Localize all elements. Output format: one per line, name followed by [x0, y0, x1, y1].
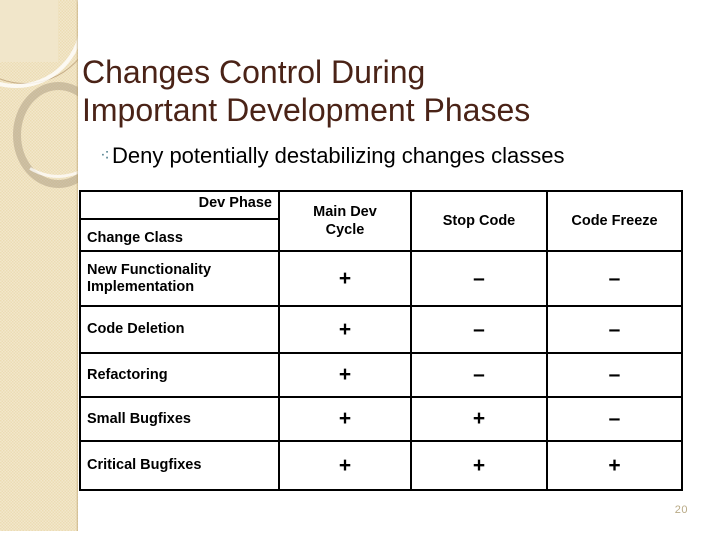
- slide-title-line-1: Changes Control During: [82, 54, 426, 91]
- row-axis-label: Change Class: [87, 230, 183, 246]
- column-header-line-1: Code Freeze: [571, 213, 658, 229]
- column-header-stop-code: Stop Code: [410, 190, 548, 252]
- cell-value: –: [546, 352, 683, 398]
- cell-value: –: [410, 305, 548, 354]
- cell-value: –: [410, 352, 548, 398]
- row-label-code-deletion: Code Deletion: [79, 305, 280, 354]
- bullet-text: Deny potentially destabilizing changes c…: [111, 143, 565, 168]
- row-label-critical-bugfixes: Critical Bugfixes: [79, 440, 280, 491]
- cell-value: +: [546, 440, 683, 491]
- column-header-line-1: Stop Code: [442, 213, 516, 229]
- column-header-code-freeze: Code Freeze: [546, 190, 683, 252]
- cell-value: –: [546, 396, 683, 442]
- cell-value: –: [546, 305, 683, 354]
- cell-value: +: [278, 305, 412, 354]
- row-label-refactoring: Refactoring: [79, 352, 280, 398]
- slide-title: Changes Control During Important Develop…: [82, 53, 682, 129]
- cell-value: +: [278, 396, 412, 442]
- column-header-main-dev-cycle: Main Dev Cycle: [278, 190, 412, 252]
- table-row: Critical Bugfixes + + +: [79, 440, 683, 491]
- bullet-paragraph: ⁖ Deny potentially destabilizing changes …: [100, 140, 680, 171]
- table-row: Small Bugfixes + + –: [79, 396, 683, 442]
- column-header-line-1: Main Dev: [313, 204, 377, 220]
- table-header-row: Dev Phase Change Class Main Dev Cycle St…: [79, 190, 683, 252]
- table-row: Code Deletion + – –: [79, 305, 683, 354]
- cell-value: +: [278, 440, 412, 491]
- slide-title-line-2: Important Development Phases: [82, 92, 531, 129]
- page-number: 20: [674, 504, 688, 516]
- cell-value: +: [410, 396, 548, 442]
- corner-split-line: [81, 218, 278, 220]
- table-corner-header: Dev Phase Change Class: [79, 190, 280, 252]
- fleuron-bullet-icon: ⁖: [100, 146, 110, 165]
- cell-value: –: [546, 250, 683, 307]
- cell-value: +: [278, 250, 412, 307]
- row-label-small-bugfixes: Small Bugfixes: [79, 396, 280, 442]
- cell-value: –: [410, 250, 548, 307]
- row-label-line-1: New Functionality: [87, 261, 212, 278]
- cell-value: +: [410, 440, 548, 491]
- change-control-matrix-table: Dev Phase Change Class Main Dev Cycle St…: [79, 190, 683, 491]
- table-row: Refactoring + – –: [79, 352, 683, 398]
- row-label-line-2: Implementation: [87, 278, 195, 295]
- cell-value: +: [278, 352, 412, 398]
- table-row: New Functionality Implementation + – –: [79, 250, 683, 307]
- row-label-new-functionality-implementation: New Functionality Implementation: [79, 250, 280, 307]
- sidebar-right-edge: [76, 0, 78, 531]
- decorative-sidebar: [0, 0, 78, 531]
- column-header-line-2: Cycle: [325, 222, 365, 238]
- column-axis-label: Dev Phase: [198, 195, 272, 211]
